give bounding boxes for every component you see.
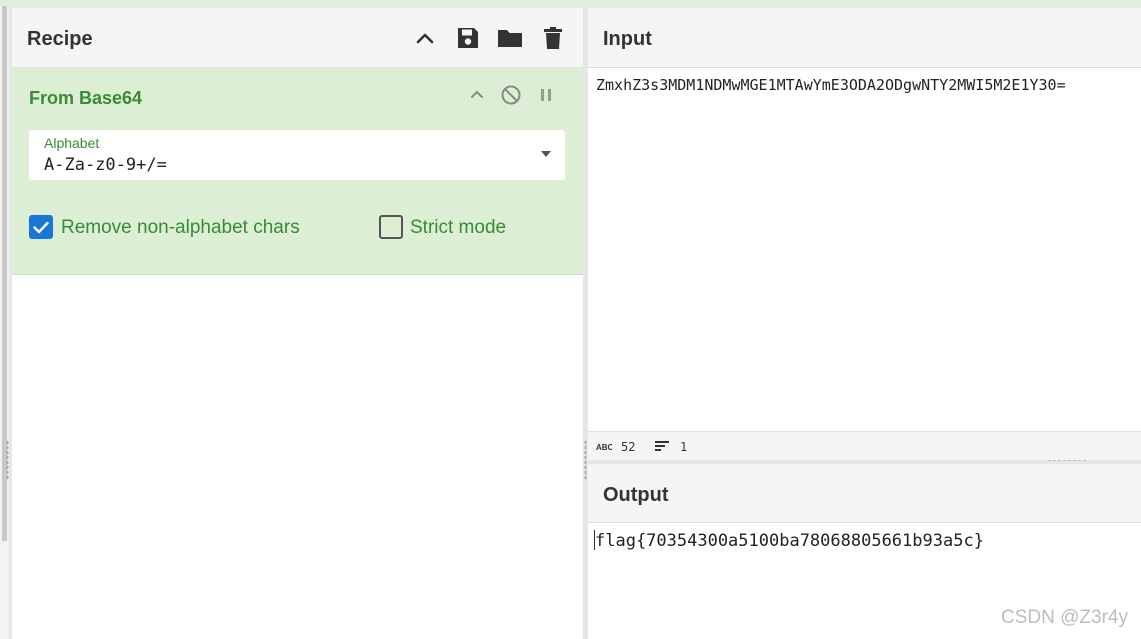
chevron-up-icon[interactable]	[411, 24, 439, 52]
resize-handle-middle[interactable]	[584, 440, 587, 480]
svg-text:ABC: ABC	[596, 443, 612, 452]
remove-non-alphabet-label[interactable]: Remove non-alphabet chars	[61, 217, 300, 239]
recipe-header: Recipe	[12, 8, 583, 68]
resize-handle-horizontal[interactable]	[1047, 459, 1087, 462]
operation-from-base64: From Base64 Alphabet A-Za-z0-9+/= Remove…	[12, 67, 583, 275]
remove-non-alphabet-checkbox[interactable]	[29, 215, 53, 239]
pause-icon[interactable]	[534, 83, 558, 107]
strict-mode-checkbox[interactable]	[379, 215, 403, 239]
strict-mode-label[interactable]: Strict mode	[410, 217, 506, 239]
input-header: Input	[588, 8, 1141, 68]
recipe-panel: Recipe From Base64 Alphabet A-Za-z0-9+/=	[12, 8, 583, 639]
top-strip	[0, 0, 1141, 6]
chevron-up-icon[interactable]	[465, 83, 489, 107]
trash-icon[interactable]	[539, 24, 567, 52]
character-count: 52	[621, 440, 636, 454]
character-count-icon: ABC	[596, 439, 614, 457]
recipe-title: Recipe	[27, 28, 93, 50]
watermark: CSDN @Z3r4y	[1001, 607, 1128, 628]
output-title: Output	[603, 484, 669, 506]
input-status-bar: ABC 52 1	[588, 431, 1141, 460]
alphabet-value: A-Za-z0-9+/=	[44, 155, 167, 175]
input-title: Input	[603, 28, 652, 50]
output-header: Output	[588, 464, 1141, 523]
operation-title: From Base64	[29, 88, 143, 108]
alphabet-select[interactable]: Alphabet A-Za-z0-9+/=	[29, 130, 565, 180]
folder-icon[interactable]	[496, 24, 524, 52]
output-textarea[interactable]: flag{70354300a5100ba78068805661b93a5c}	[595, 531, 984, 551]
save-icon[interactable]	[454, 24, 482, 52]
line-count-icon	[654, 439, 670, 458]
input-textarea[interactable]: ZmxhZ3s3MDM1NDMwMGE1MTAwYmE3ODA2ODgwNTY2…	[596, 76, 1066, 94]
dropdown-arrow-icon[interactable]	[541, 151, 551, 157]
disable-icon[interactable]	[499, 83, 523, 107]
input-panel: Input ZmxhZ3s3MDM1NDMwMGE1MTAwYmE3ODA2OD…	[588, 8, 1141, 460]
alphabet-label: Alphabet	[44, 135, 100, 151]
line-count: 1	[680, 440, 688, 454]
resize-handle-left[interactable]	[6, 440, 9, 480]
